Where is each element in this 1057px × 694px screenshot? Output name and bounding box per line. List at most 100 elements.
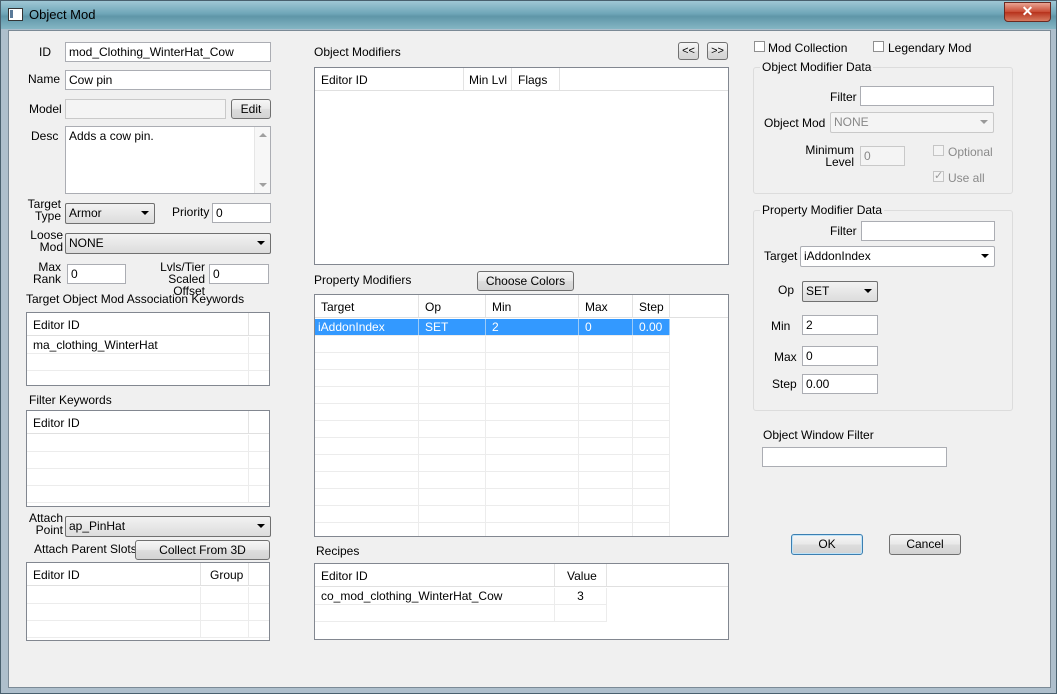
model-field[interactable]: [65, 99, 226, 119]
desc-label: Desc: [31, 129, 59, 143]
table-row[interactable]: co_mod_clothing_WinterHat_Cow 3: [315, 588, 607, 605]
name-field[interactable]: Cow pin: [65, 70, 271, 90]
edit-model-button[interactable]: Edit: [231, 99, 271, 119]
object-modifiers-list[interactable]: Editor ID Min Lvl Flags: [314, 67, 729, 265]
omd-filter-field[interactable]: [860, 86, 994, 106]
close-button[interactable]: ✕: [1004, 2, 1051, 22]
column-header-group[interactable]: Group: [201, 563, 249, 585]
choose-colors-button[interactable]: Choose Colors: [477, 271, 574, 291]
column-header-op[interactable]: Op: [419, 295, 486, 317]
column-header-editor-id[interactable]: Editor ID: [27, 411, 249, 433]
table-cell-empty: [579, 404, 633, 420]
next-button[interactable]: >>: [707, 42, 728, 60]
property-modifiers-table[interactable]: Target Op Min Max Step iAddonIndex SET 2…: [314, 294, 729, 537]
pmd-min-label: Min: [771, 319, 791, 333]
omd-minimum-level-field[interactable]: 0: [860, 146, 905, 166]
table-row-empty: [315, 370, 670, 387]
optional-checkbox[interactable]: [933, 145, 944, 156]
column-header-editor-id[interactable]: Editor ID: [27, 313, 249, 335]
column-header-editor-id[interactable]: Editor ID: [315, 564, 555, 586]
pmd-step-field[interactable]: 0.00: [802, 374, 878, 394]
table-cell-empty: [486, 455, 579, 471]
table-cell-empty: [315, 404, 419, 420]
column-header-editor-id[interactable]: Editor ID: [315, 68, 464, 90]
scroll-down-icon[interactable]: [259, 183, 267, 187]
filter-keywords-label: Filter Keywords: [29, 393, 112, 407]
column-header-min[interactable]: Min: [486, 295, 579, 317]
table-row-empty: [315, 455, 670, 472]
lvls-tier-field[interactable]: 0: [209, 264, 269, 284]
filter-keywords-list[interactable]: Editor ID: [26, 410, 270, 507]
max-rank-field[interactable]: 0: [67, 264, 126, 284]
table-cell-empty: [486, 370, 579, 386]
pmd-target-dropdown[interactable]: iAddonIndex: [800, 246, 995, 267]
table-row[interactable]: iAddonIndex SET 2 0 0.00: [315, 319, 670, 336]
pmd-filter-field[interactable]: [861, 221, 995, 241]
list-item-empty: [27, 587, 269, 604]
priority-label: Priority: [172, 205, 210, 219]
ok-button[interactable]: OK: [791, 534, 863, 555]
table-cell-empty: [486, 506, 579, 522]
pmd-min-field[interactable]: 2: [802, 315, 878, 335]
column-header-min-lvl[interactable]: Min Lvl: [464, 68, 512, 90]
column-header-step[interactable]: Step: [633, 295, 670, 317]
table-cell-empty: [633, 336, 670, 352]
pmd-op-dropdown[interactable]: SET: [802, 281, 878, 302]
table-cell-empty: [419, 438, 486, 454]
column-header-editor-id[interactable]: Editor ID: [27, 563, 201, 585]
table-cell-empty: [315, 336, 419, 352]
table-row-empty: [315, 438, 670, 455]
table-cell-empty: [486, 387, 579, 403]
title-bar[interactable]: Object Mod: [1, 1, 1056, 29]
table-cell-empty: [579, 336, 633, 352]
attach-parent-slots-list[interactable]: Editor ID Group: [26, 562, 270, 641]
assoc-keywords-list[interactable]: Editor ID ma_clothing_WinterHat: [26, 312, 270, 386]
loose-mod-dropdown[interactable]: NONE: [65, 233, 271, 254]
table-cell-empty: [315, 455, 419, 471]
list-item-empty: [27, 452, 269, 469]
list-item-empty: [27, 354, 269, 371]
column-header-target[interactable]: Target: [315, 295, 419, 317]
mod-collection-checkbox[interactable]: [754, 41, 765, 52]
table-cell-empty: [419, 370, 486, 386]
table-cell-empty: [633, 387, 670, 403]
table-cell-empty: [633, 472, 670, 488]
table-cell-empty: [579, 472, 633, 488]
assoc-keywords-label: Target Object Mod Association Keywords: [26, 292, 245, 306]
pmd-max-field[interactable]: 0: [802, 346, 878, 366]
previous-button[interactable]: <<: [678, 42, 699, 60]
desc-textarea[interactable]: Adds a cow pin.: [65, 126, 271, 194]
attach-point-dropdown[interactable]: ap_PinHat: [65, 516, 271, 537]
cancel-button[interactable]: Cancel: [889, 534, 961, 555]
column-header-value[interactable]: Value: [555, 564, 607, 586]
table-cell-empty: [315, 370, 419, 386]
column-header-flags[interactable]: Flags: [512, 68, 560, 90]
attach-parent-slots-label: Attach Parent Slots: [34, 542, 137, 556]
table-cell-empty: [315, 472, 419, 488]
legendary-mod-checkbox[interactable]: [873, 41, 884, 52]
id-label: ID: [39, 45, 51, 59]
legendary-mod-label: Legendary Mod: [888, 41, 972, 55]
collect-from-3d-button[interactable]: Collect From 3D: [135, 540, 270, 560]
model-label: Model: [29, 102, 62, 116]
table-cell-empty: [315, 387, 419, 403]
scroll-up-icon[interactable]: [259, 133, 267, 137]
priority-field[interactable]: 0: [212, 203, 271, 223]
omd-minimum-level-label: Minimum Level: [805, 143, 854, 169]
pmd-filter-label: Filter: [830, 224, 857, 238]
list-item[interactable]: ma_clothing_WinterHat: [27, 337, 269, 354]
target-type-dropdown[interactable]: Armor: [65, 203, 155, 224]
table-cell-empty: [633, 353, 670, 369]
object-modifier-data-title: Object Modifier Data: [760, 60, 874, 74]
use-all-checkbox[interactable]: [933, 169, 944, 182]
table-cell-empty: [579, 455, 633, 471]
omd-object-mod-dropdown[interactable]: NONE: [830, 112, 994, 133]
id-field[interactable]: mod_Clothing_WinterHat_Cow: [65, 42, 271, 62]
column-header-max[interactable]: Max: [579, 295, 633, 317]
desc-scrollbar[interactable]: [254, 127, 270, 193]
property-modifier-data-title: Property Modifier Data: [760, 203, 885, 217]
mod-collection-label: Mod Collection: [768, 41, 848, 55]
recipes-list[interactable]: Editor ID Value co_mod_clothing_WinterHa…: [314, 563, 729, 640]
table-cell-empty: [419, 353, 486, 369]
object-window-filter-field[interactable]: [762, 447, 947, 467]
